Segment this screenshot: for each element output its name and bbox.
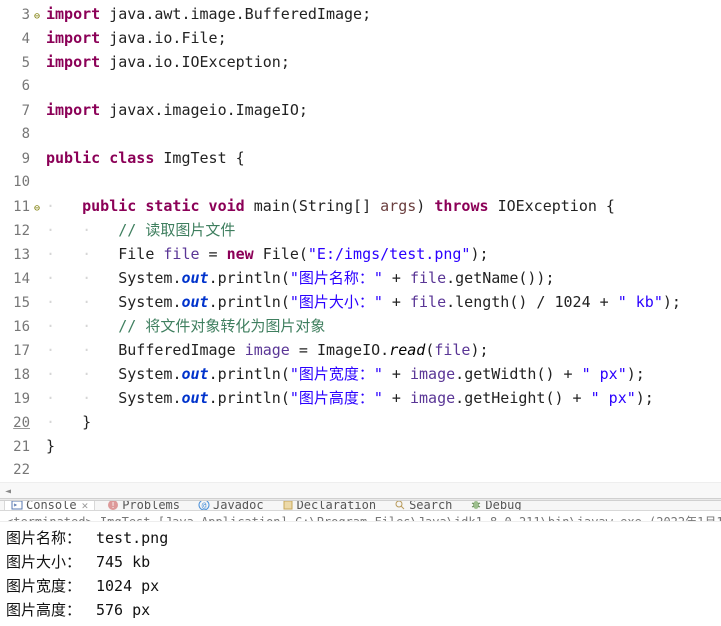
problems-icon: !	[107, 501, 119, 511]
code-content[interactable]: }	[46, 434, 721, 458]
fold-toggle-icon[interactable]: ⊖	[34, 197, 46, 221]
line-number: 20	[0, 411, 34, 435]
code-line[interactable]: 9 public class ImgTest {	[0, 146, 721, 170]
tab-search-label: Search	[409, 501, 452, 511]
line-number: 18	[0, 363, 34, 387]
code-content[interactable]: import java.io.IOException;	[46, 50, 721, 74]
line-number: 8	[0, 122, 34, 146]
code-content[interactable]: · · // 将文件对象转化为图片对象	[46, 314, 721, 338]
code-line[interactable]: 13 · · File file = new File("E:/imgs/test…	[0, 242, 721, 266]
line-number: 13	[0, 243, 34, 267]
code-content[interactable]: · · System.out.println("图片宽度：" + image.g…	[46, 362, 721, 386]
line-number: 22	[0, 458, 34, 482]
code-content[interactable]: · · System.out.println("图片高度：" + image.g…	[46, 386, 721, 410]
line-number: 11	[0, 195, 34, 219]
line-number: 16	[0, 315, 34, 339]
line-number: 7	[0, 99, 34, 123]
tab-declaration-label: Declaration	[297, 501, 376, 511]
code-content[interactable]: · · System.out.println("图片名称：" + file.ge…	[46, 266, 721, 290]
code-line[interactable]: 10	[0, 170, 721, 194]
code-line[interactable]: 17 · · BufferedImage image = ImageIO.read…	[0, 338, 721, 362]
search-icon	[394, 501, 406, 511]
code-content[interactable]: · }	[46, 410, 721, 434]
output-value: test.png	[96, 529, 168, 547]
code-line[interactable]: 19 · · System.out.println("图片高度：" + image…	[0, 386, 721, 410]
output-label: 图片宽度：	[6, 574, 96, 598]
console-line: 图片大小：745 kb	[6, 550, 715, 574]
output-value: 1024 px	[96, 577, 159, 595]
svg-text:@: @	[202, 501, 207, 510]
code-line[interactable]: 7 import javax.imageio.ImageIO;	[0, 98, 721, 122]
tab-problems[interactable]: ! Problems	[101, 501, 186, 511]
console-line: 图片高度：576 px	[6, 598, 715, 622]
tab-search[interactable]: Search	[388, 501, 458, 511]
line-number: 21	[0, 435, 34, 459]
tab-declaration[interactable]: Declaration	[276, 501, 382, 511]
line-number: 14	[0, 267, 34, 291]
close-icon[interactable]: ✕	[82, 501, 89, 511]
code-content[interactable]: · · File file = new File("E:/imgs/test.p…	[46, 242, 721, 266]
output-value: 576 px	[96, 601, 150, 619]
code-content[interactable]: import java.io.File;	[46, 26, 721, 50]
tab-javadoc-label: Javadoc	[213, 501, 264, 511]
code-line[interactable]: 22	[0, 458, 721, 482]
console-line: 图片名称：test.png	[6, 526, 715, 550]
output-label: 图片高度：	[6, 598, 96, 622]
bottom-tab-bar: Console ✕ ! Problems @ Javadoc Declarati…	[0, 501, 721, 511]
debug-icon	[470, 501, 482, 511]
code-content[interactable]: public class ImgTest {	[46, 146, 721, 170]
code-line[interactable]: 5 import java.io.IOException;	[0, 50, 721, 74]
code-line[interactable]: 21}	[0, 434, 721, 458]
line-number: 10	[0, 170, 34, 194]
tab-debug[interactable]: Debug	[464, 501, 527, 511]
line-number: 4	[0, 27, 34, 51]
javadoc-icon: @	[198, 501, 210, 511]
line-number: 19	[0, 387, 34, 411]
line-number: 15	[0, 291, 34, 315]
tab-debug-label: Debug	[485, 501, 521, 511]
line-number: 12	[0, 219, 34, 243]
line-number: 5	[0, 51, 34, 75]
output-value: 745 kb	[96, 553, 150, 571]
code-line[interactable]: 8	[0, 122, 721, 146]
console-status: <terminated> ImgTest [Java Application] …	[0, 511, 721, 522]
code-content[interactable]: import javax.imageio.ImageIO;	[46, 98, 721, 122]
code-content[interactable]: · · // 读取图片文件	[46, 218, 721, 242]
code-line[interactable]: 14 · · System.out.println("图片名称：" + file.…	[0, 266, 721, 290]
tab-javadoc[interactable]: @ Javadoc	[192, 501, 270, 511]
tab-console[interactable]: Console ✕	[4, 501, 95, 511]
line-number: 3	[0, 3, 34, 27]
code-line[interactable]: 12 · · // 读取图片文件	[0, 218, 721, 242]
svg-text:!: !	[111, 501, 116, 510]
code-line[interactable]: 15 · · System.out.println("图片大小：" + file.…	[0, 290, 721, 314]
tab-console-label: Console	[26, 501, 77, 511]
console-output[interactable]: 图片名称：test.png图片大小：745 kb图片宽度：1024 px图片高度…	[0, 522, 721, 626]
console-line: 图片宽度：1024 px	[6, 574, 715, 598]
code-editor[interactable]: 3⊖import java.awt.image.BufferedImage;4i…	[0, 0, 721, 498]
console-icon	[11, 501, 23, 511]
code-content[interactable]: · public static void main(String[] args)…	[46, 194, 721, 218]
code-line[interactable]: 20 · }	[0, 410, 721, 434]
horizontal-scrollbar[interactable]: ◄	[0, 482, 721, 498]
declaration-icon	[282, 501, 294, 511]
output-label: 图片大小：	[6, 550, 96, 574]
output-label: 图片名称：	[6, 526, 96, 550]
scroll-left-arrow[interactable]: ◄	[0, 483, 16, 498]
code-line[interactable]: 16 · · // 将文件对象转化为图片对象	[0, 314, 721, 338]
line-number: 17	[0, 339, 34, 363]
code-line[interactable]: 4 import java.io.File;	[0, 26, 721, 50]
line-number: 9	[0, 147, 34, 171]
code-line[interactable]: 18 · · System.out.println("图片宽度：" + image…	[0, 362, 721, 386]
code-content[interactable]: import java.awt.image.BufferedImage;	[46, 2, 721, 26]
line-number: 6	[0, 74, 34, 98]
fold-toggle-icon[interactable]: ⊖	[34, 5, 46, 29]
code-line[interactable]: 6	[0, 74, 721, 98]
tab-problems-label: Problems	[122, 501, 180, 511]
code-line[interactable]: 3⊖import java.awt.image.BufferedImage;	[0, 2, 721, 26]
code-line[interactable]: 11⊖· public static void main(String[] ar…	[0, 194, 721, 218]
code-content[interactable]: · · System.out.println("图片大小：" + file.le…	[46, 290, 721, 314]
code-content[interactable]: · · BufferedImage image = ImageIO.read(f…	[46, 338, 721, 362]
